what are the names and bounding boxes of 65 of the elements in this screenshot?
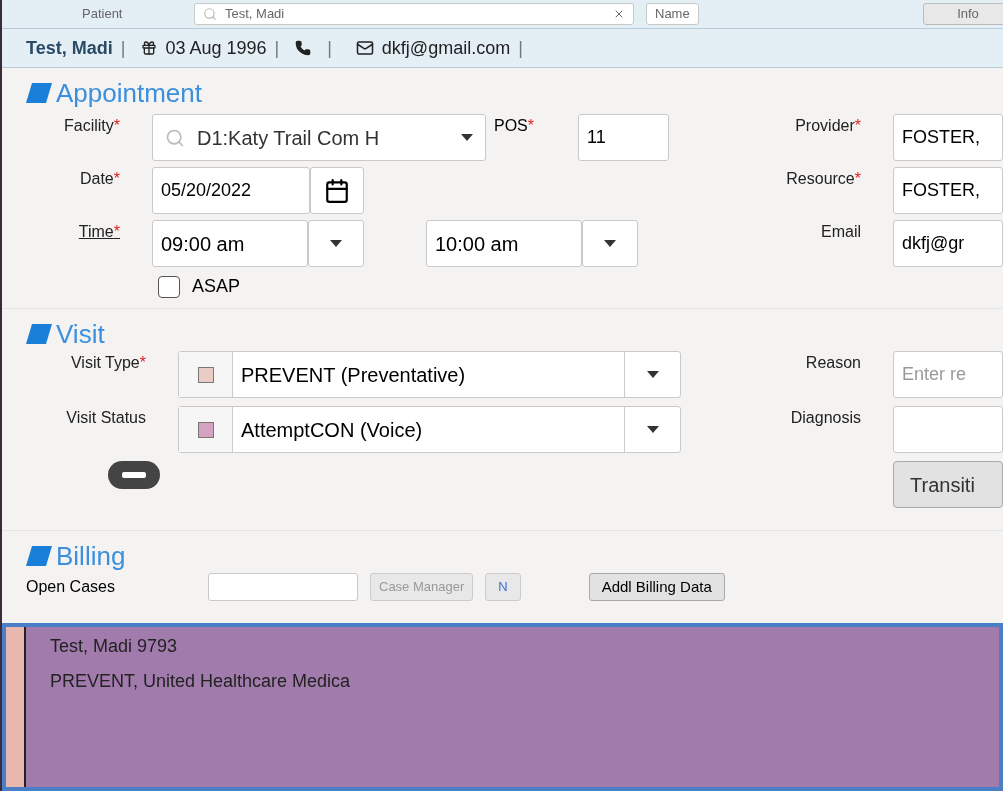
search-icon — [203, 7, 217, 21]
text-field[interactable]: FOSTER, — [893, 167, 1003, 214]
gift-icon — [141, 40, 158, 56]
caret-icon — [461, 134, 473, 141]
calendar-event[interactable]: Test, Madi 9793 PREVENT, United Healthcare Medica — [2, 623, 1003, 791]
clear-icon — [613, 8, 625, 20]
asap-checkbox[interactable] — [158, 275, 180, 298]
field-label: Open Cases — [26, 577, 116, 597]
field-label: Reason — [804, 353, 862, 373]
field-label: Diagnosis — [789, 408, 862, 428]
section-icon — [26, 324, 52, 344]
time-field[interactable]: 10:00 am — [426, 220, 582, 267]
toggle-icon — [108, 461, 160, 489]
text-field[interactable]: dkfj@gr — [893, 220, 1003, 267]
patient-name: Test, Madi — [26, 36, 113, 60]
field-label: Resource* — [785, 169, 862, 189]
field-label: Visit Type* — [70, 353, 147, 373]
visit-dropdown[interactable]: PREVENT (Preventative) — [178, 351, 681, 398]
section-icon — [26, 546, 52, 566]
field-label: Email — [820, 222, 862, 242]
search-icon — [165, 127, 185, 148]
time-dropdown-button[interactable] — [308, 220, 364, 267]
section-title: Billing — [56, 543, 126, 569]
text-field[interactable]: FOSTER, — [893, 114, 1003, 161]
transition-button[interactable]: Transiti — [893, 461, 1003, 508]
field-label: Time* — [77, 222, 121, 242]
separator: | — [274, 36, 280, 60]
separator: | — [327, 36, 332, 60]
field-label: Provider* — [794, 116, 862, 136]
section-title: Visit — [56, 321, 105, 347]
field-label: POS* — [494, 116, 536, 136]
time-dropdown-button[interactable] — [582, 220, 638, 267]
caret-icon — [604, 240, 616, 247]
field-label: Date* — [78, 169, 121, 189]
phone-icon — [295, 40, 312, 56]
mail-icon — [355, 39, 374, 57]
caret-icon — [646, 371, 659, 378]
field-label: Visit Status — [65, 408, 147, 428]
event-text: Test, Madi 9793 — [50, 635, 179, 658]
separator: | — [120, 36, 126, 60]
facility-dropdown[interactable]: D1:Katy Trail Com H — [152, 114, 486, 161]
field-label: Patient — [82, 5, 124, 24]
pos-field[interactable]: 11 — [578, 114, 669, 161]
section-icon — [26, 83, 52, 103]
search-field[interactable]: Test, Madi — [194, 3, 634, 25]
patient-email: dkfj@gmail.com — [381, 36, 511, 60]
calendar-icon — [324, 177, 350, 204]
info-button[interactable]: Info — [923, 3, 1003, 25]
diagnosis-field[interactable] — [893, 406, 1003, 453]
separator: | — [518, 36, 523, 60]
date-field[interactable]: 05/20/2022 — [152, 167, 310, 214]
calendar-button[interactable] — [310, 167, 364, 214]
birth-date: 03 Aug 1996 — [165, 36, 267, 60]
checkbox-label: ASAP — [192, 275, 241, 298]
caret-icon — [330, 240, 342, 247]
search-mode-dropdown[interactable]: Name — [646, 3, 699, 25]
caret-icon — [646, 426, 659, 433]
addl-billing-button[interactable]: Addl Billing Data — [588, 573, 725, 601]
field-label: Facility* — [63, 116, 121, 136]
open-cases-dropdown[interactable] — [208, 573, 358, 601]
time-field[interactable]: 09:00 am — [152, 220, 308, 267]
section-title: Appointment — [56, 80, 202, 106]
visit-dropdown[interactable]: AttemptCON (Voice) — [178, 406, 681, 453]
event-text: PREVENT, United Healthcare Medica — [50, 670, 351, 693]
new-button[interactable]: N — [485, 573, 521, 601]
